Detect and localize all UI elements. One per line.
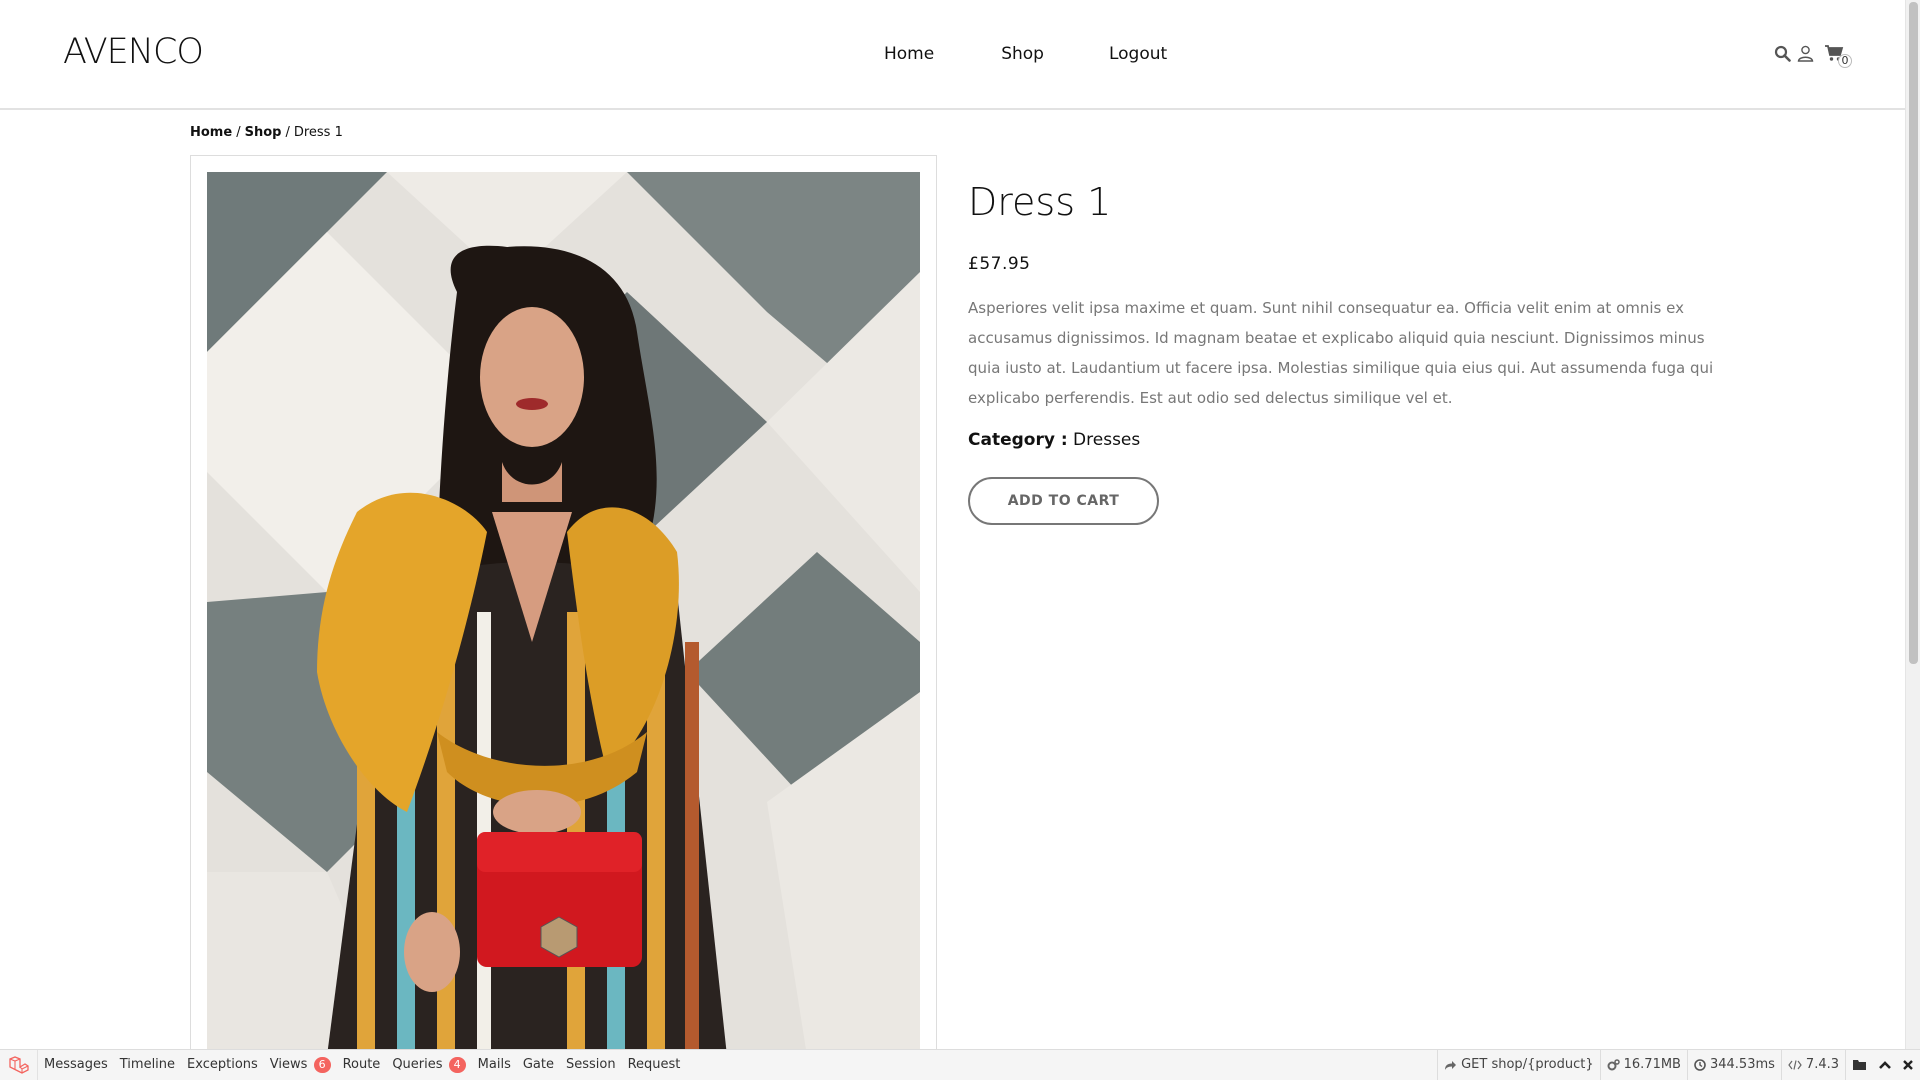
product-title: Dress 1 xyxy=(968,180,1112,224)
debugbar-tab-messages[interactable]: Messages xyxy=(38,1050,114,1080)
debugbar-tab-views-label: Views xyxy=(269,1057,308,1072)
scrollbar-thumb[interactable] xyxy=(1909,2,1918,664)
product-image[interactable] xyxy=(207,172,920,1056)
debugbar-tab-session[interactable]: Session xyxy=(560,1050,622,1080)
main-nav: Home Shop Logout xyxy=(884,44,1167,64)
time-value: 344.53ms xyxy=(1709,1057,1775,1072)
product-category: Category : Dresses xyxy=(968,430,1140,450)
debugbar-route-stat: GET shop/{product} xyxy=(1437,1050,1600,1080)
debugbar-tab-queries-label: Queries xyxy=(392,1057,443,1072)
page-scrollbar[interactable] xyxy=(1905,0,1920,1049)
debugbar-tab-request[interactable]: Request xyxy=(622,1050,687,1080)
close-icon[interactable] xyxy=(1902,1059,1914,1071)
views-count-badge: 6 xyxy=(313,1057,331,1073)
brand-logo[interactable]: AVENCO xyxy=(63,32,204,72)
code-icon xyxy=(1788,1060,1802,1070)
site-header: AVENCO Home Shop Logout 0 xyxy=(0,0,1905,110)
nav-shop-link[interactable]: Shop xyxy=(1001,44,1044,64)
product-photo-illustration xyxy=(207,172,920,1056)
product-image-frame xyxy=(190,155,937,1056)
header-icons: 0 xyxy=(1774,44,1852,68)
debugbar-tab-route[interactable]: Route xyxy=(337,1050,387,1080)
breadcrumb: Home / Shop / Dress 1 xyxy=(190,125,343,140)
category-label: Category : xyxy=(968,430,1068,450)
product-description: Asperiores velit ipsa maxime et quam. Su… xyxy=(968,299,1714,407)
debugbar-tab-gate[interactable]: Gate xyxy=(517,1050,560,1080)
nav-logout-link[interactable]: Logout xyxy=(1109,44,1167,64)
version-value: 7.4.3 xyxy=(1805,1057,1839,1072)
route-value: GET shop/{product} xyxy=(1461,1057,1594,1072)
breadcrumb-separator: / xyxy=(236,125,241,140)
cogs-icon xyxy=(1607,1059,1620,1071)
breadcrumb-separator: / xyxy=(285,125,290,140)
debugbar-memory-stat: 16.71MB xyxy=(1599,1050,1687,1080)
queries-count-badge: 4 xyxy=(448,1057,466,1073)
debugbar-tab-mails[interactable]: Mails xyxy=(472,1050,517,1080)
debugbar-controls xyxy=(1845,1050,1920,1080)
user-icon[interactable] xyxy=(1797,45,1814,62)
debugbar-tab-timeline[interactable]: Timeline xyxy=(114,1050,181,1080)
breadcrumb-home-link[interactable]: Home xyxy=(190,125,232,140)
breadcrumb-shop-link[interactable]: Shop xyxy=(245,125,282,140)
search-icon[interactable] xyxy=(1774,45,1791,62)
category-value[interactable]: Dresses xyxy=(1073,430,1140,450)
add-to-cart-button[interactable]: ADD TO CART xyxy=(968,477,1159,525)
debugbar-tab-views[interactable]: Views 6 xyxy=(264,1050,337,1080)
cart-icon[interactable]: 0 xyxy=(1824,44,1852,68)
debugbar-time-stat: 344.53ms xyxy=(1686,1050,1781,1080)
debugbar-tab-exceptions[interactable]: Exceptions xyxy=(181,1050,264,1080)
debugbar-tab-queries[interactable]: Queries 4 xyxy=(386,1050,471,1080)
cart-count-badge: 0 xyxy=(1838,54,1852,68)
chevron-up-icon[interactable] xyxy=(1878,1060,1892,1070)
breadcrumb-current: Dress 1 xyxy=(293,125,343,140)
share-arrow-icon xyxy=(1445,1060,1457,1070)
nav-home-link[interactable]: Home xyxy=(884,44,934,64)
memory-value: 16.71MB xyxy=(1623,1057,1681,1072)
debugbar-stats: GET shop/{product} 16.71MB 344.53ms 7.4.… xyxy=(1437,1050,1920,1080)
debugbar: Messages Timeline Exceptions Views 6 Rou… xyxy=(0,1049,1920,1080)
laravel-logo-icon[interactable] xyxy=(0,1050,38,1080)
product-price: £57.95 xyxy=(968,254,1031,274)
folder-open-icon[interactable] xyxy=(1852,1059,1868,1071)
clock-icon xyxy=(1694,1059,1706,1071)
debugbar-version-stat: 7.4.3 xyxy=(1780,1050,1845,1080)
